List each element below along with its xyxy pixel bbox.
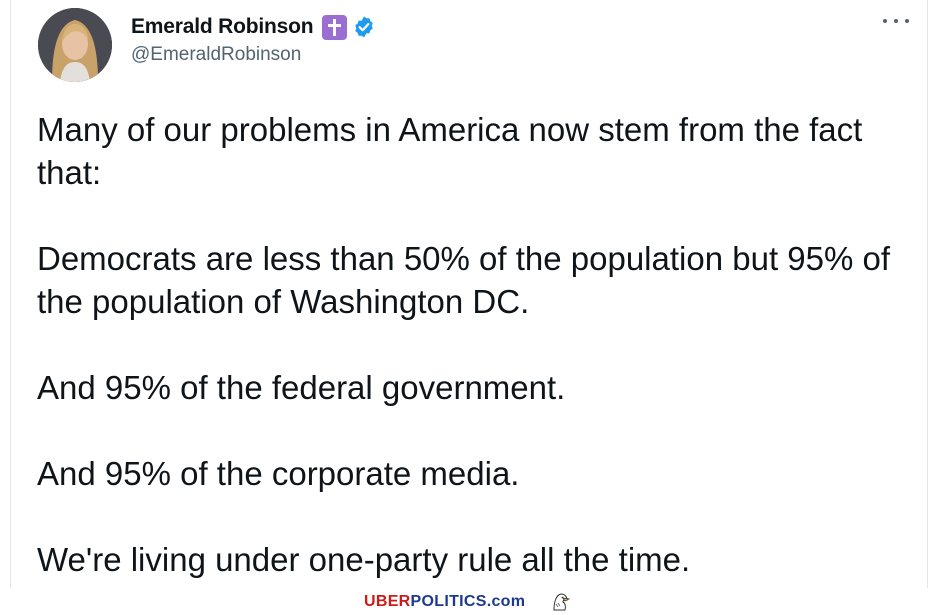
display-name[interactable]: Emerald Robinson	[131, 15, 314, 39]
avatar[interactable]	[38, 8, 112, 82]
avatar-image	[38, 8, 112, 82]
eagle-icon	[553, 593, 571, 611]
author-name-row: Emerald Robinson	[131, 12, 376, 42]
tweet-text: Many of our problems in America now stem…	[37, 108, 917, 581]
tweet-paragraph: Many of our problems in America now stem…	[37, 111, 863, 191]
author-handle[interactable]: @EmeraldRobinson	[131, 44, 301, 66]
tweet-card: Emerald Robinson @EmeraldRobinson Many o…	[10, 0, 928, 588]
verified-icon	[355, 16, 374, 38]
watermark-part-com: .com	[486, 593, 526, 610]
tweet-paragraph: We're living under one-party rule all th…	[37, 541, 691, 578]
watermark-part-politics: POLITICS	[410, 593, 487, 610]
tweet-paragraph: And 95% of the corporate media.	[37, 455, 520, 492]
watermark-part-uber: UBER	[364, 593, 411, 610]
tweet-paragraph: Democrats are less than 50% of the popul…	[37, 240, 891, 320]
more-options-icon[interactable]	[883, 14, 909, 28]
tweet-paragraph: And 95% of the federal government.	[37, 369, 566, 406]
cross-icon	[322, 14, 348, 40]
watermark: UBERPOLITICS.com	[364, 593, 525, 611]
